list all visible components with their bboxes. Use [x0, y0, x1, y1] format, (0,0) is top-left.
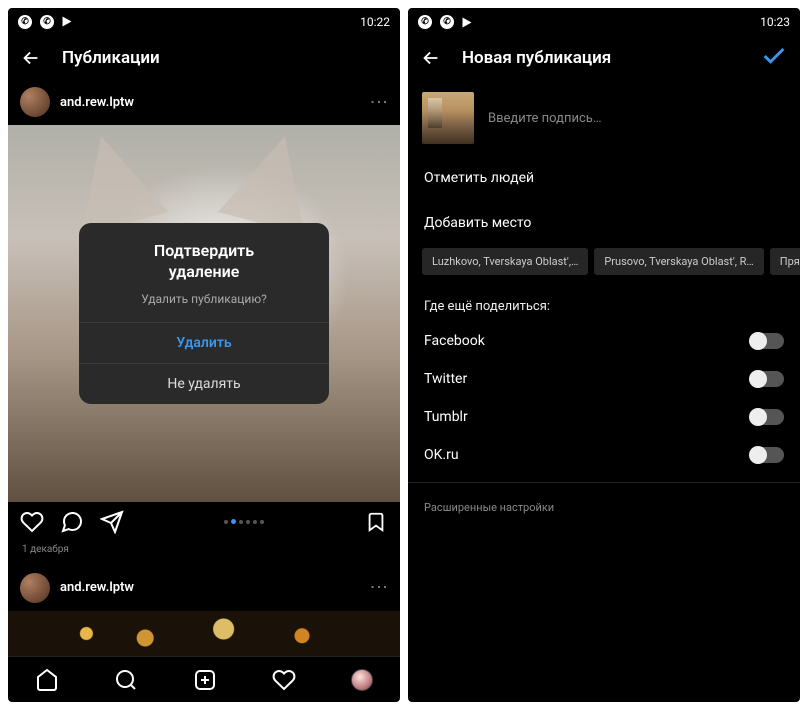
advanced-settings-row[interactable]: Расширенные настройки: [408, 491, 800, 524]
back-icon[interactable]: [20, 47, 42, 69]
post-header-2: and.rew.lptw ⋮: [8, 565, 400, 611]
more-options-icon[interactable]: ⋮: [368, 578, 389, 597]
modal-confirm-button[interactable]: Удалить: [79, 322, 329, 363]
post-username[interactable]: and.rew.lptw: [60, 580, 134, 595]
avatar[interactable]: [20, 87, 50, 117]
location-chip[interactable]: Прямух…: [770, 248, 800, 275]
location-chip[interactable]: Luzhkovo, Tverskaya Oblast',…: [422, 248, 588, 275]
toggle-twitter[interactable]: [750, 371, 784, 387]
post-image[interactable]: Подтвердить удаление Удалить публикацию?…: [8, 125, 400, 502]
viber-icon: ✆: [418, 15, 432, 29]
carousel-indicator: [224, 519, 264, 524]
post-image-2[interactable]: [8, 611, 400, 657]
home-icon[interactable]: [35, 668, 59, 692]
share-target-label: Facebook: [424, 333, 485, 349]
location-suggestions: Luzhkovo, Tverskaya Oblast',… Prusovo, T…: [408, 246, 800, 289]
share-target-label: OK.ru: [424, 447, 459, 463]
tag-people-row[interactable]: Отметить людей: [408, 156, 800, 201]
toggle-facebook[interactable]: [750, 333, 784, 349]
share-twitter-row[interactable]: Twitter: [408, 360, 800, 398]
modal-title: Подтвердить удаление: [79, 223, 329, 287]
modal-cancel-button[interactable]: Не удалять: [79, 363, 329, 404]
share-section-label: Где ещё поделиться:: [408, 289, 800, 322]
divider: [408, 482, 800, 483]
phone-right: ✆ ✆ 10:23 Новая публикация Введите подпи…: [408, 8, 800, 702]
confirm-check-icon[interactable]: [760, 42, 788, 74]
comment-icon[interactable]: [60, 510, 84, 534]
page-title: Новая публикация: [462, 48, 611, 68]
caption-row: Введите подпись…: [408, 80, 800, 156]
toggle-okru[interactable]: [750, 447, 784, 463]
share-facebook-row[interactable]: Facebook: [408, 322, 800, 360]
share-icon[interactable]: [100, 510, 124, 534]
post-username[interactable]: and.rew.lptw: [60, 95, 134, 110]
share-target-label: Tumblr: [424, 409, 468, 425]
phone-left: ✆ ✆ 10:22 Публикации and.rew.lptw ⋮ Подт…: [8, 8, 400, 702]
viber-icon-2: ✆: [40, 15, 54, 29]
play-store-icon: [63, 17, 72, 27]
bookmark-icon[interactable]: [364, 510, 388, 534]
toggle-tumblr[interactable]: [750, 409, 784, 425]
post-action-row: [8, 502, 400, 542]
like-icon[interactable]: [20, 510, 44, 534]
viber-icon: ✆: [18, 15, 32, 29]
share-tumblr-row[interactable]: Tumblr: [408, 398, 800, 436]
post-header: and.rew.lptw ⋮: [8, 79, 400, 125]
modal-subtitle: Удалить публикацию?: [79, 286, 329, 322]
caption-input[interactable]: Введите подпись…: [488, 111, 602, 126]
avatar[interactable]: [20, 573, 50, 603]
page-title: Публикации: [62, 48, 160, 68]
app-header: Новая публикация: [408, 36, 800, 80]
share-target-label: Twitter: [424, 371, 467, 387]
bottom-nav: [8, 656, 400, 702]
viber-icon-2: ✆: [440, 15, 454, 29]
more-options-icon[interactable]: ⋮: [368, 93, 389, 112]
search-icon[interactable]: [114, 668, 138, 692]
add-post-icon[interactable]: [193, 668, 217, 692]
profile-avatar-icon[interactable]: [351, 669, 373, 691]
back-icon[interactable]: [420, 47, 442, 69]
status-time: 10:22: [360, 15, 390, 29]
post-date: 1 декабря: [8, 542, 400, 565]
play-store-icon: [463, 17, 472, 27]
confirm-delete-modal: Подтвердить удаление Удалить публикацию?…: [79, 223, 329, 405]
activity-icon[interactable]: [272, 668, 296, 692]
status-bar: ✆ ✆ 10:23: [408, 8, 800, 36]
status-bar: ✆ ✆ 10:22: [8, 8, 400, 36]
share-okru-row[interactable]: OK.ru: [408, 436, 800, 474]
status-time: 10:23: [760, 15, 790, 29]
app-header: Публикации: [8, 36, 400, 80]
post-thumbnail[interactable]: [422, 92, 474, 144]
location-chip[interactable]: Prusovo, Tverskaya Oblast', R…: [594, 248, 763, 275]
add-location-row[interactable]: Добавить место: [408, 201, 800, 246]
modal-backdrop: Подтвердить удаление Удалить публикацию?…: [8, 125, 400, 502]
